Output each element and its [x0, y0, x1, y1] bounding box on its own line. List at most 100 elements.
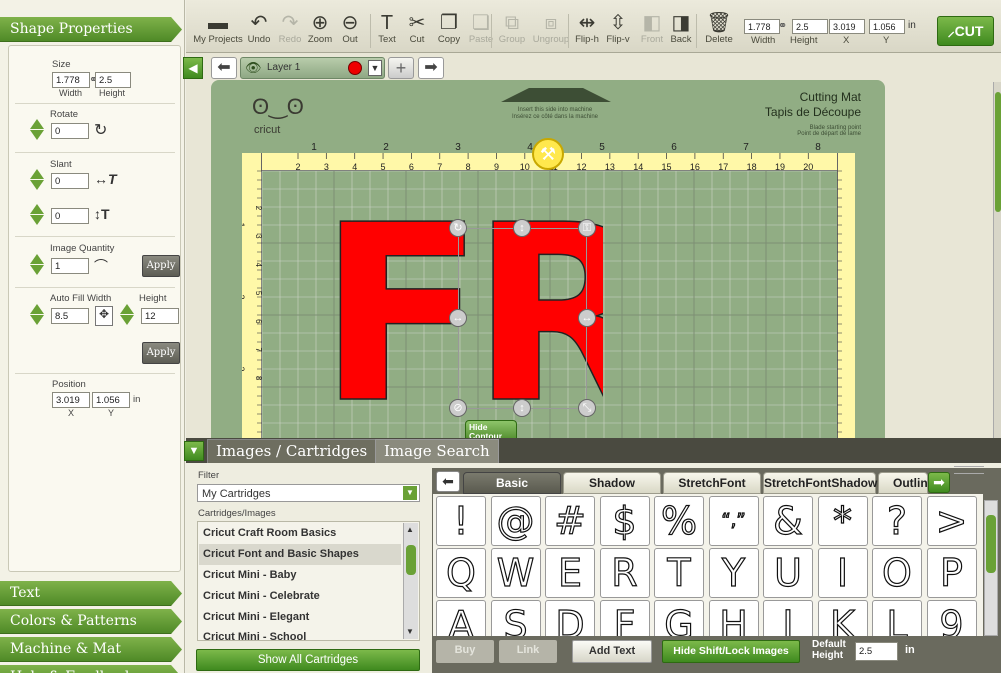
image-key[interactable]: O — [872, 548, 922, 598]
style-tab-basic[interactable]: Basic — [463, 472, 561, 494]
front-button[interactable]: ◧ Front — [638, 12, 666, 45]
back-button[interactable]: ◨ Back — [668, 12, 694, 45]
image-key[interactable]: @ — [490, 496, 541, 546]
flip-v-button[interactable]: ⇳ Flip-v — [605, 12, 631, 45]
bottom-handle-icon[interactable]: ↕ — [513, 399, 531, 417]
top-handle-icon[interactable]: ↕ — [513, 219, 531, 237]
auto-fill-width-stepper[interactable] — [29, 303, 45, 329]
image-key[interactable]: ! — [436, 496, 486, 546]
accordion-help-feedback[interactable]: Help & Feedback — [0, 665, 182, 673]
image-key[interactable]: R — [599, 548, 650, 598]
toolbar-height-input[interactable] — [792, 19, 828, 34]
accordion-text[interactable]: Text — [0, 581, 182, 606]
quantity-apply-button[interactable]: Apply — [142, 255, 180, 277]
image-key[interactable]: I — [817, 548, 868, 598]
previous-layer-button[interactable]: ⬅ — [211, 57, 237, 79]
cut-button[interactable]: ⸝CUT — [937, 16, 994, 46]
collapse-bottom-button[interactable]: ▼ — [184, 441, 204, 461]
lock-handle-icon[interactable]: ⚿ — [578, 219, 596, 237]
image-key[interactable]: U — [763, 548, 813, 598]
image-key[interactable]: 9 — [926, 600, 977, 636]
flip-h-button[interactable]: ⇹ Flip-h — [574, 12, 600, 45]
auto-fill-height-input[interactable] — [141, 308, 179, 324]
show-all-cartridges-button[interactable]: Show All Cartridges — [196, 649, 420, 671]
style-tab-stretchfont[interactable]: StretchFont — [663, 472, 761, 494]
canvas-scrollbar[interactable] — [993, 82, 1001, 440]
copy-button[interactable]: ❐ Copy — [436, 12, 462, 45]
image-key[interactable]: W — [490, 548, 541, 598]
quantity-input[interactable] — [51, 258, 89, 274]
image-key[interactable]: % — [654, 496, 704, 546]
ungroup-button[interactable]: ⧈ Ungroup — [531, 12, 571, 45]
image-key[interactable]: Q — [436, 548, 486, 598]
image-key[interactable]: H — [708, 600, 759, 636]
next-layer-button[interactable]: ➡ — [418, 57, 444, 79]
right-handle-icon[interactable]: ↔ — [578, 309, 596, 327]
add-layer-button[interactable]: + — [388, 57, 414, 79]
tab-images-cartridges[interactable]: Images / Cartridges — [207, 439, 377, 463]
list-item[interactable]: Cricut Mini - Elegant — [199, 607, 401, 628]
rotate-stepper[interactable] — [29, 118, 45, 144]
shape-properties-header[interactable]: Shape Properties — [0, 17, 182, 42]
image-key[interactable]: T — [654, 548, 704, 598]
image-key[interactable]: “,” — [708, 496, 759, 546]
list-scrollbar[interactable]: ▲ ▼ — [403, 523, 418, 639]
list-item[interactable]: Cricut Mini - Celebrate — [199, 586, 401, 607]
add-text-button[interactable]: Add Text — [572, 640, 652, 663]
list-item[interactable]: Cricut Mini - School — [199, 628, 401, 640]
hide-shift-lock-button[interactable]: Hide Shift/Lock Images — [662, 640, 800, 663]
quantity-stepper[interactable] — [29, 253, 45, 279]
collapse-panel-button[interactable]: ◀ — [183, 57, 203, 79]
toolbar-width-input[interactable] — [744, 19, 780, 34]
my-projects-button[interactable]: ▬ My Projects — [193, 12, 243, 45]
grip-icon[interactable] — [954, 466, 984, 474]
position-y-input[interactable] — [92, 392, 130, 408]
rotate-icon[interactable]: ↻ — [94, 120, 107, 140]
undo-button[interactable]: ↶ Undo — [245, 12, 273, 45]
zoom-button[interactable]: ⊕ Zoom — [306, 12, 334, 45]
keyboard-scrollbar-thumb[interactable] — [986, 515, 996, 573]
keyboard-scrollbar[interactable] — [984, 500, 998, 636]
image-key[interactable]: E — [545, 548, 595, 598]
auto-fill-icon[interactable]: ✥ — [95, 306, 113, 326]
out-button[interactable]: ⊖ Out — [339, 12, 361, 45]
auto-fill-apply-button[interactable]: Apply — [142, 342, 180, 364]
dropdown-arrow-icon[interactable]: ▼ — [403, 486, 417, 500]
auto-fill-width-input[interactable] — [51, 308, 89, 324]
accordion-colors-patterns[interactable]: Colors & Patterns — [0, 609, 182, 634]
style-tab-outline[interactable]: Outline — [878, 472, 928, 494]
blade-start-marker-icon[interactable]: ⚒ — [532, 138, 564, 170]
image-key[interactable]: > — [926, 496, 977, 546]
layer-tab[interactable]: 👁 Layer 1 ▼ — [240, 57, 385, 79]
stretch-stepper[interactable] — [29, 203, 45, 229]
accordion-machine-mat[interactable]: Machine & Mat — [0, 637, 182, 662]
image-key[interactable]: # — [545, 496, 595, 546]
style-prev-button[interactable]: ⬅ — [436, 471, 460, 492]
image-key[interactable]: G — [654, 600, 704, 636]
stretch-input[interactable] — [51, 208, 89, 224]
image-key[interactable]: ? — [872, 496, 922, 546]
layer-color-swatch[interactable] — [348, 61, 362, 75]
size-height-input[interactable] — [95, 72, 131, 88]
image-key[interactable]: $ — [599, 496, 650, 546]
filter-select[interactable]: My Cartridges ▼ — [197, 484, 420, 502]
slant-input[interactable] — [51, 173, 89, 189]
image-key[interactable]: & — [763, 496, 813, 546]
rotate-handle-icon[interactable]: ↻ — [449, 219, 467, 237]
image-key[interactable]: S — [490, 600, 541, 636]
tab-image-search[interactable]: Image Search — [375, 439, 499, 463]
redo-button[interactable]: ↷ Redo — [276, 12, 304, 45]
link-button[interactable]: Link — [499, 640, 557, 663]
size-width-input[interactable] — [52, 72, 90, 88]
position-x-input[interactable] — [52, 392, 90, 408]
list-item[interactable]: Cricut Craft Room Basics — [199, 523, 401, 544]
scroll-up-icon[interactable]: ▲ — [406, 525, 414, 534]
text-button[interactable]: T Text — [376, 12, 398, 45]
default-height-input[interactable] — [855, 642, 898, 661]
scroll-down-icon[interactable]: ▼ — [406, 627, 414, 636]
image-key[interactable]: F — [599, 600, 650, 636]
layer-dropdown-icon[interactable]: ▼ — [368, 60, 382, 76]
image-key[interactable]: L — [872, 600, 922, 636]
list-scrollbar-thumb[interactable] — [406, 545, 416, 575]
left-handle-icon[interactable]: ↔ — [449, 309, 467, 327]
